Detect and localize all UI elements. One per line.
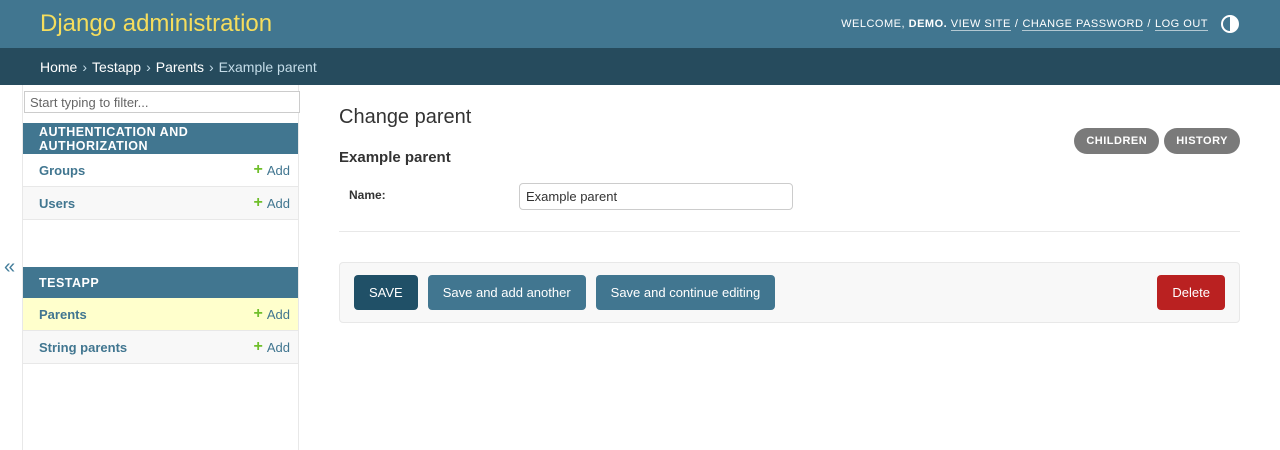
form-row-name: Name: (339, 182, 1240, 232)
nav-filter-input[interactable] (24, 91, 300, 113)
separator: / (1147, 18, 1151, 30)
model-link-groups[interactable]: Groups (39, 163, 85, 178)
change-password-link[interactable]: Change password (1022, 18, 1144, 31)
plus-icon: + (253, 194, 263, 211)
model-link-string-parents[interactable]: String parents (39, 340, 127, 355)
add-groups-link[interactable]: + Add (254, 162, 290, 178)
add-label: Add (266, 339, 290, 355)
separator: / (1014, 18, 1019, 30)
name-field[interactable] (519, 182, 793, 210)
view-site-link[interactable]: View site (950, 18, 1011, 31)
sidebar-item-groups: Groups + Add (23, 154, 298, 187)
app-module-auth: Authentication and Authorization Groups … (23, 123, 298, 220)
sidebar-item-users: Users + Add (23, 187, 298, 220)
nav-sidebar: Authentication and Authorization Groups … (22, 85, 300, 450)
app-module-testapp: Testapp Parents + Add String parents + A… (23, 267, 298, 364)
plus-icon: + (253, 161, 263, 178)
save-and-continue-button[interactable]: Save and continue editing (595, 275, 776, 310)
add-parents-link[interactable]: + Add (254, 306, 290, 322)
breadcrumb: Home › Testapp › Parents › Example paren… (0, 48, 1280, 85)
sidebar-item-parents: Parents + Add (23, 298, 298, 331)
children-button[interactable]: Children (1074, 128, 1160, 154)
breadcrumb-current: Example parent (218, 58, 317, 75)
model-link-users[interactable]: Users (39, 196, 75, 211)
welcome-prefix: Welcome, (841, 18, 906, 30)
site-header: Django administration Welcome, Demo. Vie… (0, 0, 1280, 48)
object-tools: Children History (1074, 128, 1240, 154)
welcome-text: Welcome, Demo. (841, 18, 947, 30)
module-spacer (23, 220, 298, 257)
plus-icon: + (253, 305, 263, 322)
app-caption-testapp[interactable]: Testapp (23, 267, 298, 298)
save-and-add-another-button[interactable]: Save and add another (427, 275, 586, 310)
add-label: Add (266, 195, 290, 211)
submit-row: Save Save and add another Save and conti… (339, 262, 1240, 323)
main-container: « Authentication and Authorization Group… (0, 85, 1280, 450)
app-caption-auth[interactable]: Authentication and Authorization (23, 123, 298, 154)
breadcrumb-app[interactable]: Testapp (92, 59, 141, 75)
content-area: Change parent Children History Example p… (299, 85, 1280, 450)
breadcrumb-home[interactable]: Home (40, 59, 77, 75)
collapse-sidebar-icon[interactable]: « (4, 257, 15, 277)
username: Demo. (908, 18, 948, 30)
save-button[interactable]: Save (354, 275, 418, 310)
name-label: Name: (349, 188, 386, 202)
theme-toggle-icon[interactable] (1220, 14, 1240, 34)
history-button[interactable]: History (1164, 128, 1240, 154)
sidebar-item-string-parents: String parents + Add (23, 331, 298, 364)
breadcrumb-arrow: › (209, 58, 214, 75)
breadcrumb-arrow: › (146, 58, 151, 75)
add-label: Add (266, 162, 290, 178)
add-users-link[interactable]: + Add (254, 195, 290, 211)
delete-button[interactable]: Delete (1157, 275, 1225, 310)
breadcrumb-model[interactable]: Parents (156, 59, 204, 75)
plus-icon: + (253, 338, 263, 355)
model-link-parents[interactable]: Parents (39, 307, 87, 322)
page-title: Change parent (339, 106, 472, 128)
log-out-link[interactable]: Log out (1154, 18, 1208, 31)
add-string-parents-link[interactable]: + Add (254, 339, 290, 355)
user-tools: Welcome, Demo. View site / Change passwo… (841, 14, 1240, 34)
breadcrumb-arrow: › (82, 58, 88, 75)
site-name[interactable]: Django administration (40, 10, 272, 38)
add-label: Add (266, 306, 290, 322)
